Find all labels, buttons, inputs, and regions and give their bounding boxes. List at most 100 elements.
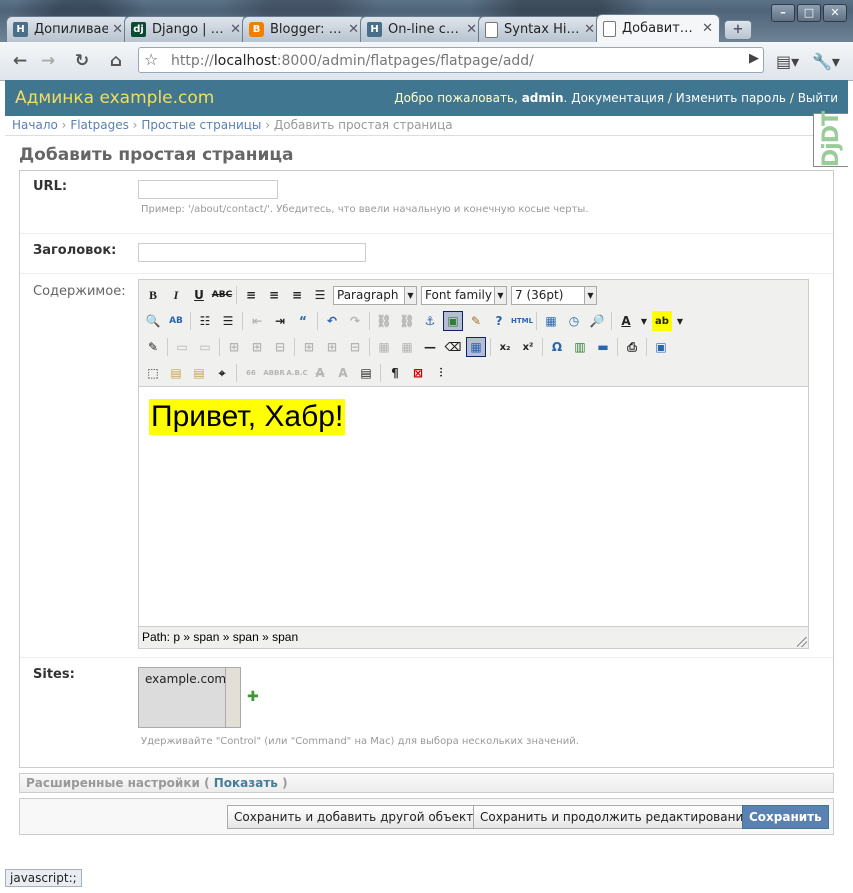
browser-tab[interactable]: H On-line c… ✕ [360,16,484,42]
breadcrumb-model[interactable]: Простые страницы [141,118,261,132]
outdent-icon[interactable]: ⇤ [247,311,267,331]
save-and-add-another-button[interactable]: Сохранить и добавить другой объект [227,805,481,829]
link-icon[interactable]: ⛓ [374,311,394,331]
breadcrumb-app[interactable]: Flatpages [70,118,129,132]
superscript-icon[interactable]: x² [518,337,538,357]
close-tab-icon[interactable]: ✕ [112,22,123,37]
underline-icon[interactable]: U [189,285,209,305]
resize-handle-icon[interactable] [797,637,807,647]
edit-icon[interactable]: ✎ [143,337,163,357]
insert-col-after-icon[interactable]: ⊞ [322,337,342,357]
image-icon[interactable]: ▣ [443,311,463,331]
bookmark-star-icon[interactable]: ☆ [144,50,158,69]
editor-content-area[interactable]: Привет, Хабр! [139,386,808,627]
close-tab-icon[interactable]: ✕ [702,21,713,36]
insert-row-before-icon[interactable]: ⊞ [224,337,244,357]
move-forward-icon[interactable]: ▤ [166,363,186,383]
browser-tab[interactable]: H Допиливаем ✕ [6,16,130,42]
special-char-icon[interactable]: Ω [547,337,567,357]
logout-link[interactable]: Выйти [798,91,838,105]
title-input[interactable] [138,243,366,262]
save-and-continue-button[interactable]: Сохранить и продолжить редактирование [473,805,758,829]
close-tab-icon[interactable]: ✕ [230,22,241,37]
cite-icon[interactable]: 66 [241,363,261,383]
font-family-select[interactable]: Font family ▼ [421,285,507,305]
nonbreaking-icon[interactable]: ⊠ [408,363,428,383]
html-source-icon[interactable]: HTML [511,311,533,331]
table-cell-props-icon[interactable]: ▭ [195,337,215,357]
go-icon[interactable]: ▶ [749,51,759,66]
minimize-button[interactable]: – [771,4,795,22]
find-icon[interactable]: 🔍 [143,311,163,331]
visual-chars-icon[interactable]: ¶ [385,363,405,383]
page-break-icon[interactable]: ⫶ [431,363,451,383]
media-icon[interactable]: ▥ [570,337,590,357]
scrollbar[interactable] [225,668,240,727]
visual-aid-icon[interactable]: ▦ [466,337,486,357]
debug-toolbar-handle[interactable]: DjDT [813,112,848,168]
italic-icon[interactable]: I [166,285,186,305]
address-bar[interactable]: ☆ http://localhost:8000/admin/flatpages/… [138,47,764,73]
align-left-icon[interactable]: ≡ [241,285,261,305]
replace-icon[interactable]: AB [166,311,186,331]
align-right-icon[interactable]: ≡ [287,285,307,305]
align-justify-icon[interactable]: ☰ [310,285,330,305]
print-icon[interactable]: ⎙ [622,337,642,357]
new-tab-button[interactable]: + [724,20,752,40]
insert-row-after-icon[interactable]: ⊞ [247,337,267,357]
advanced-hr-icon[interactable]: ▬ [593,337,613,357]
merge-cells-icon[interactable]: ▦ [397,337,417,357]
insert-col-before-icon[interactable]: ⊞ [299,337,319,357]
close-window-button[interactable]: ✕ [823,4,847,22]
delete-row-icon[interactable]: ⊟ [270,337,290,357]
insert-time-icon[interactable]: ◷ [564,311,584,331]
browser-tab[interactable]: B Blogger: … ✕ [242,16,366,42]
format-select[interactable]: Paragraph ▼ [333,285,417,305]
bold-icon[interactable]: B [143,285,163,305]
close-tab-icon[interactable]: ✕ [348,22,359,37]
cleanup-icon[interactable]: ✎ [466,311,486,331]
anchor-icon[interactable]: ⚓ [420,311,440,331]
font-size-select[interactable]: 7 (36pt) ▼ [511,285,597,305]
browser-tab-active[interactable]: Добавит… ✕ [596,14,720,42]
redo-icon[interactable]: ↷ [345,311,365,331]
insert-text-icon[interactable]: A [333,363,353,383]
delete-col-icon[interactable]: ⊟ [345,337,365,357]
reload-icon[interactable]: ↻ [70,50,94,72]
table-row-props-icon[interactable]: ▭ [172,337,192,357]
chevron-down-icon[interactable]: ▼ [639,311,649,331]
strikethrough-icon[interactable]: ABC [212,285,232,305]
move-backward-icon[interactable]: ▤ [189,363,209,383]
page-menu-icon[interactable]: ▤▾ [776,52,799,71]
background-color-icon[interactable]: ab [652,311,672,331]
browser-tab[interactable]: dj Django | … ✕ [124,16,248,42]
delete-text-icon[interactable]: A [310,363,330,383]
unlink-icon[interactable]: ⛓ [397,311,417,331]
undo-icon[interactable]: ↶ [322,311,342,331]
insert-date-icon[interactable]: ▦ [541,311,561,331]
indent-icon[interactable]: ⇥ [270,311,290,331]
numbered-list-icon[interactable]: ☰ [218,311,238,331]
add-another-icon[interactable]: ✚ [247,689,259,705]
fullscreen-icon[interactable]: ▣ [651,337,671,357]
show-advanced-link[interactable]: Показать [214,776,278,790]
home-icon[interactable]: ⌂ [104,50,128,72]
align-center-icon[interactable]: ≡ [264,285,284,305]
insert-layer-icon[interactable]: ⬚ [143,363,163,383]
absolute-icon[interactable]: ⌖ [212,363,232,383]
chevron-down-icon[interactable]: ▼ [675,311,685,331]
preview-icon[interactable]: 🔎 [587,311,607,331]
attributes-icon[interactable]: ▤ [356,363,376,383]
documentation-link[interactable]: Документация [571,91,664,105]
close-tab-icon[interactable]: ✕ [584,22,595,37]
maximize-button[interactable]: □ [797,4,821,22]
close-tab-icon[interactable]: ✕ [466,22,477,37]
forward-icon[interactable]: → [36,50,60,72]
url-input[interactable] [138,180,278,199]
back-icon[interactable]: ← [8,50,32,72]
acronym-icon[interactable]: A.B.C [286,363,307,383]
sites-select[interactable]: example.com [138,667,241,728]
remove-format-icon[interactable]: ⌫ [443,337,463,357]
subscript-icon[interactable]: x₂ [495,337,515,357]
abbr-icon[interactable]: ABBR [263,363,284,383]
